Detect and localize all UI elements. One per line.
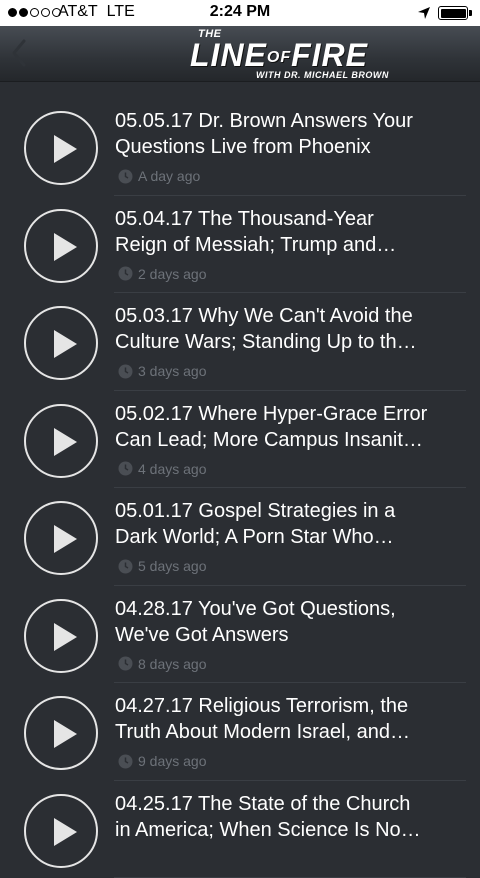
episode-meta: 9 days ago xyxy=(118,753,207,769)
location-arrow-icon xyxy=(417,6,431,20)
status-bar: AT&T LTE 2:24 PM xyxy=(0,0,480,26)
episode-time: 5 days ago xyxy=(138,558,207,574)
episode-time: A day ago xyxy=(138,168,200,184)
battery-icon xyxy=(438,6,468,20)
episode-title: 04.27.17 Religious Terrorism, the Truth … xyxy=(115,693,467,745)
episode-meta: A day ago xyxy=(118,168,200,184)
clock-icon xyxy=(118,266,133,281)
play-icon[interactable] xyxy=(24,306,98,380)
line-of-fire-logo: THE LINEOFFIRE WITH DR. MICHAEL BROWN xyxy=(186,26,431,82)
clock-icon xyxy=(118,461,133,476)
episode-row[interactable]: 05.02.17 Where Hyper-Grace Error Can Lea… xyxy=(0,391,480,489)
episode-row[interactable]: 05.05.17 Dr. Brown Answers Your Question… xyxy=(0,98,480,196)
play-icon[interactable] xyxy=(24,501,98,575)
episode-row[interactable]: 05.01.17 Gospel Strategies in a Dark Wor… xyxy=(0,488,480,586)
clock-icon xyxy=(118,559,133,574)
episode-title: 05.02.17 Where Hyper-Grace Error Can Lea… xyxy=(115,401,467,453)
play-icon[interactable] xyxy=(24,794,98,868)
play-icon[interactable] xyxy=(24,209,98,283)
episode-title: 05.05.17 Dr. Brown Answers Your Question… xyxy=(115,108,467,160)
clock-icon xyxy=(118,656,133,671)
episode-row[interactable]: 05.03.17 Why We Can't Avoid the Culture … xyxy=(0,293,480,391)
episode-row[interactable]: 04.28.17 You've Got Questions, We've Got… xyxy=(0,586,480,684)
episode-time: 8 days ago xyxy=(138,656,207,672)
back-chevron-icon[interactable] xyxy=(6,36,34,70)
episode-meta: 4 days ago xyxy=(118,461,207,477)
episode-title: 05.03.17 Why We Can't Avoid the Culture … xyxy=(115,303,467,355)
episode-time: 4 days ago xyxy=(138,461,207,477)
episode-time: 3 days ago xyxy=(138,363,207,379)
logo-title: LINEOFFIRE xyxy=(190,37,368,74)
episode-title: 05.01.17 Gospel Strategies in a Dark Wor… xyxy=(115,498,467,550)
episode-title: 04.25.17 The State of the Church in Amer… xyxy=(115,791,467,843)
play-icon[interactable] xyxy=(24,111,98,185)
episode-row[interactable]: 04.25.17 The State of the Church in Amer… xyxy=(0,781,480,878)
episode-row[interactable]: 04.27.17 Religious Terrorism, the Truth … xyxy=(0,683,480,781)
logo-subtitle: WITH DR. MICHAEL BROWN xyxy=(256,70,389,80)
clock-icon xyxy=(118,169,133,184)
status-time: 2:24 PM xyxy=(0,3,480,21)
play-icon[interactable] xyxy=(24,404,98,478)
episode-time: 9 days ago xyxy=(138,753,207,769)
episode-row[interactable]: 05.04.17 The Thousand-Year Reign of Mess… xyxy=(0,196,480,294)
episode-time: 2 days ago xyxy=(138,266,207,282)
episode-meta: 8 days ago xyxy=(118,656,207,672)
episode-meta: 3 days ago xyxy=(118,363,207,379)
episode-title: 05.04.17 The Thousand-Year Reign of Mess… xyxy=(115,206,467,258)
clock-icon xyxy=(118,364,133,379)
play-icon[interactable] xyxy=(24,599,98,673)
episode-meta: 5 days ago xyxy=(118,558,207,574)
play-icon[interactable] xyxy=(24,696,98,770)
episode-meta: 2 days ago xyxy=(118,266,207,282)
clock-icon xyxy=(118,754,133,769)
episode-title: 04.28.17 You've Got Questions, We've Got… xyxy=(115,596,467,648)
app-header: THE LINEOFFIRE WITH DR. MICHAEL BROWN xyxy=(0,26,480,82)
episode-list: 05.05.17 Dr. Brown Answers Your Question… xyxy=(0,98,480,878)
